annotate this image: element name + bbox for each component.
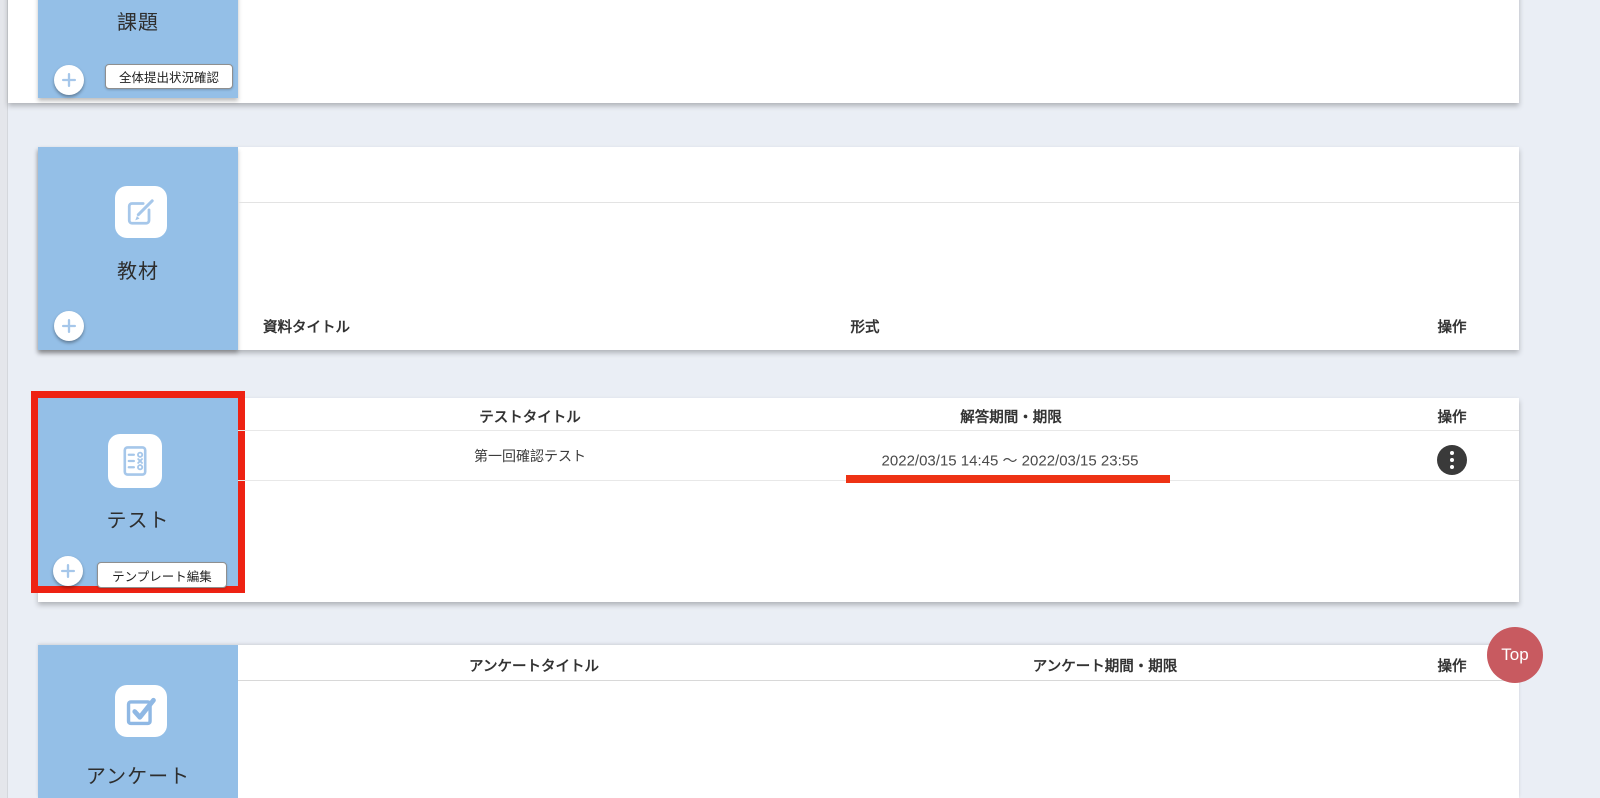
pencil-square-icon	[115, 186, 167, 238]
test-header-period: 解答期間・期限	[960, 406, 1062, 427]
kyozai-panel: 教材	[38, 147, 238, 350]
checkbox-icon	[115, 685, 167, 737]
test-row-period: 2022/03/15 14:45 ～ 2022/03/15 23:55	[882, 450, 1139, 471]
test-header-operations: 操作	[1438, 406, 1467, 427]
test-table-row	[238, 430, 1519, 481]
add-kyozai-button[interactable]	[54, 311, 84, 341]
section-anketo-card: アンケート アンケートタイトル アンケート期間・期限 操作	[38, 645, 1519, 798]
kebab-menu-icon	[1450, 451, 1454, 469]
kyozai-header-title: 資料タイトル	[263, 316, 350, 337]
kyozai-header-row	[238, 147, 1519, 203]
test-header-title: テストタイトル	[479, 406, 581, 427]
section-kadai-card: 課題 全体提出状況確認	[8, 0, 1519, 103]
template-edit-button[interactable]: テンプレート編集	[97, 562, 227, 588]
scroll-to-top-button[interactable]: Top	[1487, 627, 1543, 683]
plus-icon	[60, 71, 78, 89]
plus-icon	[59, 562, 77, 580]
checklist-icon	[108, 434, 162, 488]
kadai-panel: 課題 全体提出状況確認	[38, 0, 238, 98]
anketo-panel: アンケート	[38, 645, 238, 798]
anketo-header-title: アンケートタイトル	[469, 655, 599, 676]
anketo-label: アンケート	[38, 760, 238, 789]
section-test-card: テスト テンプレート編集 テストタイトル 解答期間・期限 操作 第一回確認テスト…	[38, 398, 1519, 602]
plus-icon	[60, 317, 78, 335]
window-left-edge	[0, 0, 8, 798]
kyozai-label: 教材	[38, 255, 238, 284]
kyozai-header-format: 形式	[851, 316, 880, 337]
test-row-operations-button[interactable]	[1437, 445, 1467, 475]
anketo-header-period: アンケート期間・期限	[1033, 655, 1177, 676]
test-panel: テスト テンプレート編集	[38, 398, 238, 586]
test-header-row	[238, 398, 1519, 431]
period-underline-highlight	[846, 475, 1170, 483]
add-kadai-button[interactable]	[54, 65, 84, 95]
kadai-label: 課題	[38, 6, 238, 35]
test-label: テスト	[38, 504, 238, 533]
anketo-header-operations: 操作	[1438, 655, 1467, 676]
test-row-title: 第一回確認テスト	[474, 446, 586, 466]
overall-submission-status-button[interactable]: 全体提出状況確認	[105, 64, 233, 89]
add-test-button[interactable]	[53, 556, 83, 586]
anketo-header-row	[238, 645, 1519, 681]
section-kyozai-card: 教材 資料タイトル /* fix: place kyozai header ve…	[38, 147, 1519, 350]
kyozai-header-operations: 操作	[1438, 316, 1467, 337]
